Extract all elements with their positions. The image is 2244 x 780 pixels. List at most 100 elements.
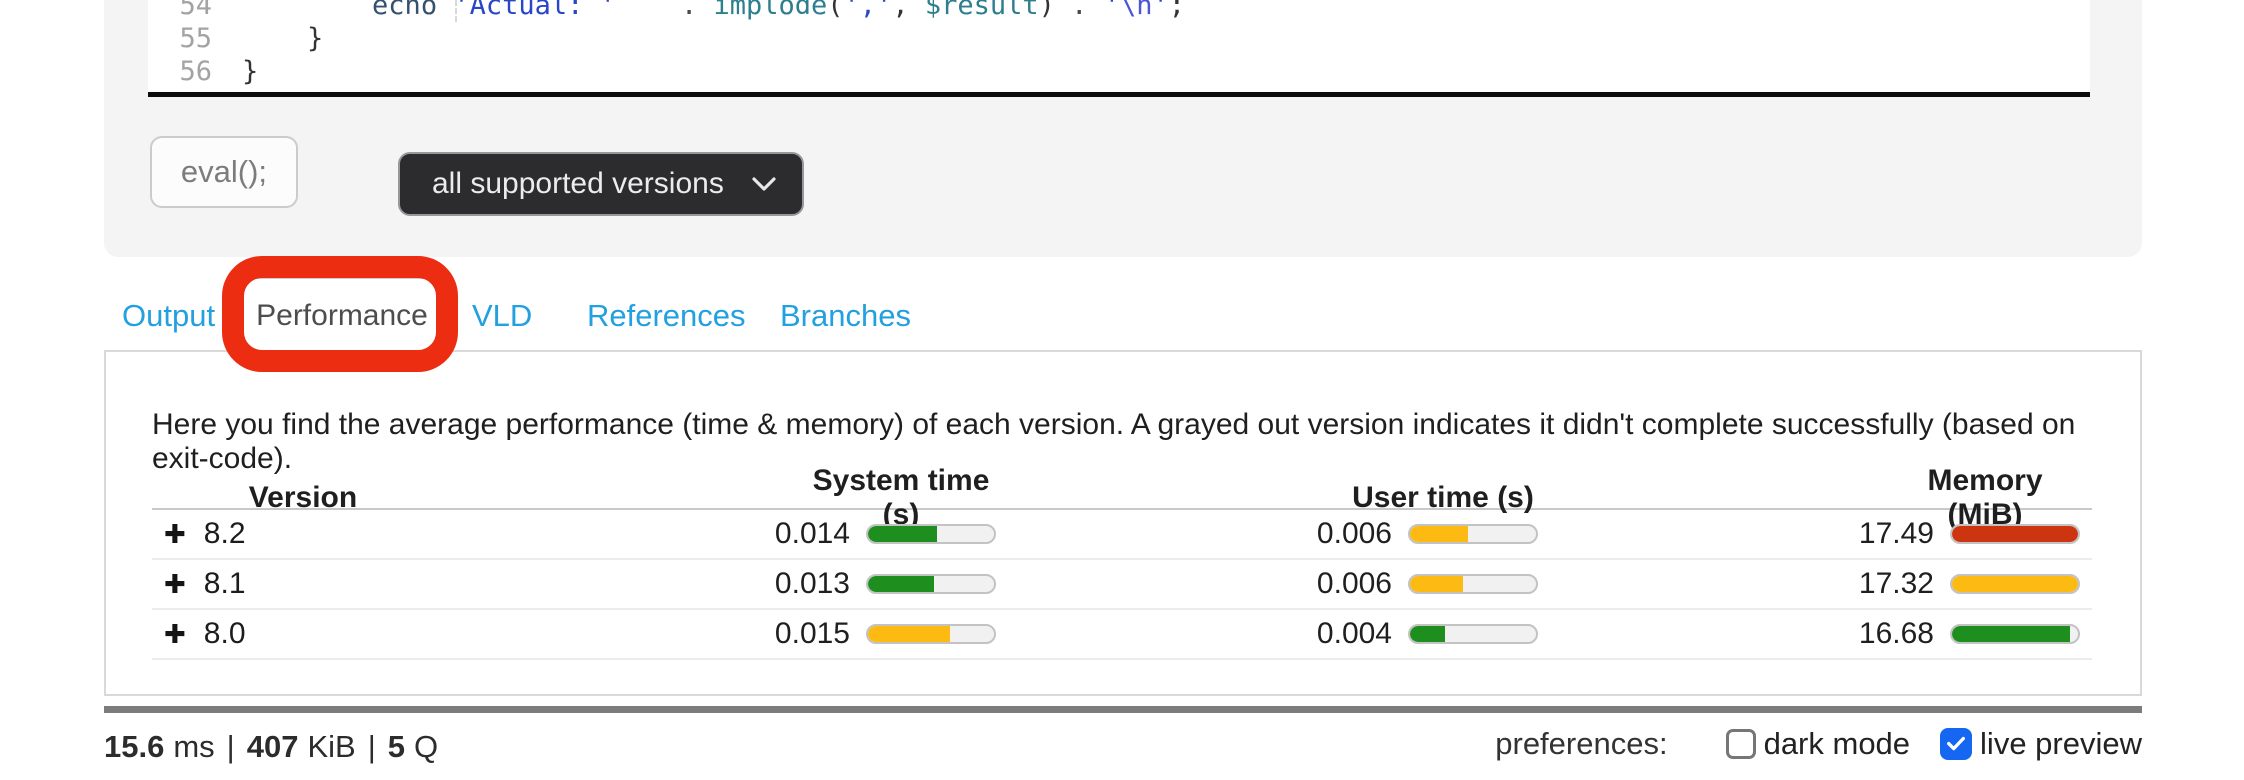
metric-value: 0.013 <box>774 567 850 600</box>
code-token: . <box>680 0 698 21</box>
bar-fill <box>868 526 938 542</box>
table-row: ✚ 8.1 0.013 0.006 17.32 <box>152 560 2092 610</box>
memory-cell: 17.32 <box>1856 567 2080 601</box>
code-token: implode <box>713 0 828 21</box>
bar-fill <box>1952 576 2078 592</box>
checkbox-label: dark mode <box>1763 726 1911 761</box>
memory-cell: 16.68 <box>1856 617 2080 651</box>
line-number: 56 <box>179 56 212 87</box>
version-label: 8.1 <box>203 567 246 600</box>
check-icon <box>1947 736 1966 751</box>
stat-value: 407 <box>246 729 299 764</box>
metric-value: 0.014 <box>774 517 850 550</box>
code-token: } <box>307 23 324 54</box>
code-token: ' <box>1103 0 1120 21</box>
code-text: } <box>242 55 258 88</box>
version-cell: ✚ 8.1 <box>152 567 454 601</box>
stat-value: 15.6 <box>104 729 165 764</box>
performance-table: Version System time (s) User time (s) Memor… <box>152 464 2092 660</box>
table-header-row: Version System time (s) User time (s) Memor… <box>152 464 2092 531</box>
user-cell: 0.006 <box>1314 517 1538 551</box>
stat-separator: | <box>367 729 376 764</box>
version-select[interactable]: all supported versions <box>398 152 804 216</box>
metric-value: 0.015 <box>774 617 850 650</box>
code-token: ( <box>827 0 844 21</box>
code-token: ',' <box>843 0 893 21</box>
user-bar <box>1408 624 1538 644</box>
code-text: } <box>242 22 323 55</box>
user-cell: 0.006 <box>1314 567 1538 601</box>
resource-stats: 15.6 ms | 407 KiB | 5 Q <box>104 729 438 765</box>
code-token: , <box>892 0 909 21</box>
chevron-down-icon <box>750 175 778 193</box>
code-token: 'Actual: ' <box>453 0 616 21</box>
user-bar <box>1408 524 1538 544</box>
stat-value: 5 <box>387 729 406 764</box>
system-cell: 0.015 <box>772 617 996 651</box>
preferences-label: preferences: <box>1495 726 1668 761</box>
metric-value: 0.006 <box>1316 567 1392 600</box>
stat-unit: Q <box>414 729 439 764</box>
tab-references[interactable]: References <box>587 298 746 334</box>
tab-performance[interactable]: Performance <box>240 277 444 355</box>
code-text: echo 'Actual: ' . implode(',', $result) … <box>242 0 1185 22</box>
expand-icon[interactable]: ✚ <box>164 621 186 647</box>
system-bar <box>866 524 996 544</box>
bar-fill <box>1952 526 2078 542</box>
memory-bar <box>1950 524 2080 544</box>
footer-divider <box>104 706 2142 713</box>
dark-mode-checkbox[interactable] <box>1725 729 1756 759</box>
version-label: 8.0 <box>203 617 246 650</box>
user-cell: 0.004 <box>1314 617 1538 651</box>
bar-fill <box>868 626 950 642</box>
column-header: Version <box>248 481 358 514</box>
preference-live-preview[interactable]: live preview <box>1940 726 2142 762</box>
metric-value: 0.006 <box>1316 517 1392 550</box>
tab-vld[interactable]: VLD <box>472 298 532 334</box>
bar-fill <box>1410 576 1463 592</box>
checkbox-label: live preview <box>1980 726 2142 761</box>
performance-panel: Here you find the average performance (t… <box>104 350 2142 696</box>
tab-output[interactable]: Output <box>122 298 215 334</box>
tab-branches[interactable]: Branches <box>780 298 911 334</box>
code-token: ) <box>1038 0 1055 21</box>
metric-value: 17.32 <box>1858 567 1934 600</box>
memory-bar <box>1950 574 2080 594</box>
system-bar <box>866 624 996 644</box>
code-token: ; <box>1168 0 1186 21</box>
expand-icon[interactable]: ✚ <box>164 521 186 547</box>
live-preview-checkbox[interactable] <box>1940 728 1973 760</box>
preferences: preferences: dark mode live preview <box>1495 726 2142 762</box>
eval-button[interactable]: eval(); <box>150 136 298 208</box>
bar-fill <box>1410 526 1468 542</box>
code-token: echo <box>372 0 438 21</box>
table-row: ✚ 8.2 0.014 0.006 17.49 <box>152 510 2092 560</box>
stat-unit: KiB <box>307 729 356 764</box>
expand-icon[interactable]: ✚ <box>164 571 186 597</box>
metric-value: 0.004 <box>1316 617 1392 650</box>
editor-panel: 54 echo 'Actual: ' . implode(',', $resul… <box>104 0 2142 257</box>
version-cell: ✚ 8.0 <box>152 617 454 651</box>
column-header: User time (s) <box>1352 481 1534 514</box>
bar-fill <box>868 576 934 592</box>
code-token: $result <box>924 0 1039 21</box>
line-number: 55 <box>179 23 212 54</box>
bar-fill <box>1410 626 1446 642</box>
version-select-label: all supported versions <box>432 167 724 200</box>
stat-separator: | <box>226 729 235 764</box>
code-editor[interactable]: 54 echo 'Actual: ' . implode(',', $resul… <box>148 0 2090 97</box>
code-line: 56} <box>148 55 2090 88</box>
code-token: . <box>1071 0 1088 21</box>
memory-cell: 17.49 <box>1856 517 2080 551</box>
bar-fill <box>1952 626 2071 642</box>
table-row: ✚ 8.0 0.015 0.004 16.68 <box>152 610 2092 660</box>
metric-value: 17.49 <box>1858 517 1934 550</box>
indent-guide <box>455 0 457 22</box>
preference-dark-mode[interactable]: dark mode <box>1725 726 1911 762</box>
